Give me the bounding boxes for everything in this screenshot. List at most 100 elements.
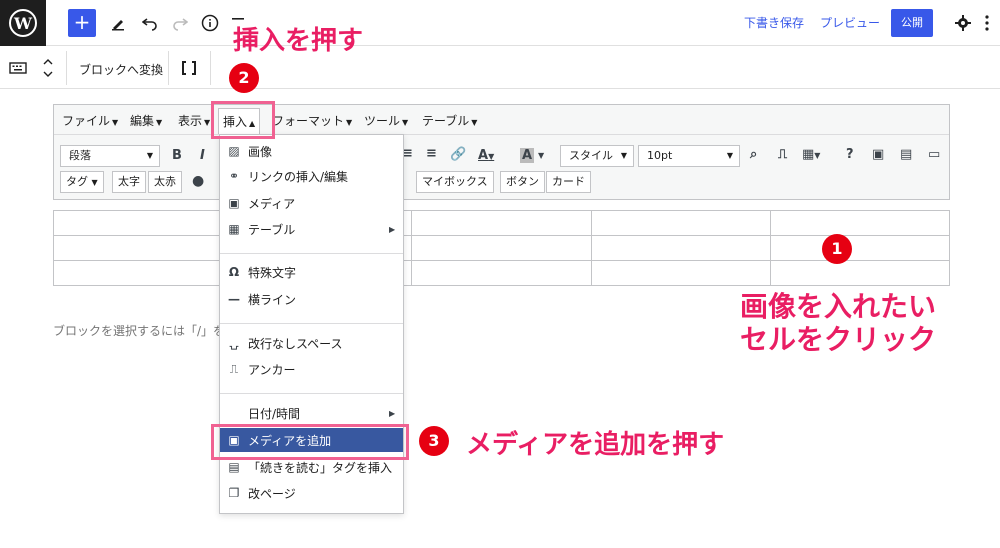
style-select[interactable]: スタイル ▼ [560, 145, 634, 167]
menu-format[interactable]: フォーマット ▼ [272, 112, 352, 129]
bold-style-button[interactable]: 太字 [112, 171, 146, 193]
editor-top-bar: W + 下書き保存 プレビュー 公開 [0, 0, 1000, 46]
move-up-down-icon[interactable] [36, 49, 60, 87]
classic-toolbar-row-1: 段落 ▼ B I ≡ ≡ 🔗 A▼ A ▼ スタイル ▼ 10pt ▼ ⌕ ⎍ ▦▼ … [54, 145, 949, 173]
annotation-step1-text-line2: セルをクリック [740, 323, 937, 356]
table-cell[interactable] [52, 210, 234, 236]
hr-icon: — [228, 292, 240, 306]
align-justify-icon[interactable]: ≡ [426, 146, 437, 161]
info-icon[interactable] [198, 11, 222, 35]
table-cell[interactable] [411, 235, 592, 261]
table-cell[interactable] [52, 235, 234, 261]
svg-text:W: W [13, 14, 33, 33]
italic-icon[interactable]: I [200, 148, 205, 163]
table-row [52, 210, 951, 236]
table-cell[interactable] [590, 260, 771, 286]
binoculars-icon[interactable]: ⌕ [750, 147, 757, 162]
table-cell[interactable] [769, 235, 951, 261]
menu-item-anchor[interactable]: ⎍ アンカー [220, 357, 403, 381]
button-shortcode-button[interactable]: ボタン [500, 171, 545, 193]
table-cell[interactable] [590, 210, 771, 236]
font-size-select[interactable]: 10pt ▼ [638, 145, 740, 167]
classic-toolbar-row-2: タグ ▼ 太字 太赤 ● マイボックス ボタン カード [54, 171, 949, 199]
my-box-button[interactable]: マイボックス [416, 171, 494, 193]
menu-item-datetime[interactable]: 日付/時間 ▶ [220, 401, 403, 425]
menu-edit[interactable]: 編集 ▼ [130, 112, 162, 129]
pencil-icon[interactable] [106, 11, 130, 35]
save-draft-link[interactable]: 下書き保存 [744, 14, 804, 31]
code-icon[interactable]: ▤ [900, 147, 912, 162]
link-icon[interactable]: 🔗 [450, 147, 466, 162]
omega-icon: Ω [228, 265, 240, 279]
table-cell[interactable] [590, 235, 771, 261]
wordpress-logo-icon[interactable]: W [0, 0, 46, 46]
table-cell[interactable] [769, 210, 951, 236]
menu-item-horizontal-line[interactable]: — 横ライン [220, 287, 403, 311]
menu-separator [220, 323, 403, 324]
menu-file[interactable]: ファイル ▼ [62, 112, 118, 129]
table-icon: ▦ [228, 222, 240, 236]
content-table [52, 210, 951, 286]
text-color-icon[interactable]: A▼ [478, 148, 494, 163]
classic-block-icon[interactable] [177, 56, 201, 80]
more-options-icon[interactable] [980, 11, 994, 35]
toolbar-divider [210, 51, 211, 85]
menu-item-special-char[interactable]: Ω 特殊文字 [220, 260, 403, 284]
background-color-icon[interactable]: A [520, 148, 535, 163]
format-select[interactable]: 段落 ▼ [60, 145, 160, 167]
add-block-button[interactable]: + [68, 9, 96, 37]
keyboard-icon[interactable] [6, 56, 30, 80]
table-cell[interactable] [769, 260, 951, 286]
annotation-step1-badge: 1 [822, 234, 852, 264]
publish-button[interactable]: 公開 [891, 9, 933, 37]
more-tag-icon: ▤ [228, 460, 240, 474]
undo-icon[interactable] [138, 11, 162, 35]
fullscreen-icon[interactable]: ▭ [928, 147, 940, 162]
menu-tools[interactable]: ツール ▼ [364, 112, 408, 129]
menu-separator [220, 393, 403, 394]
table-icon[interactable]: ▦▼ [802, 147, 820, 162]
annotation-step2-badge: 2 [229, 63, 259, 93]
menu-item-link[interactable]: ⚭ リンクの挿入/編集 [220, 164, 403, 188]
bold-red-button[interactable]: 太赤 [148, 171, 182, 193]
menu-view[interactable]: 表示 ▼ [178, 112, 210, 129]
annotation-box-add-media [211, 424, 409, 460]
classic-menubar: ファイル ▼ 編集 ▼ 表示 ▼ 挿入 ▲ フォーマット ▼ ツール ▼ テーブル ▼ [54, 105, 949, 135]
convert-to-blocks-button[interactable]: ブロックへ変換 [79, 61, 163, 78]
user-icon[interactable]: ● [192, 173, 204, 189]
table-cell[interactable] [411, 260, 592, 286]
help-icon[interactable]: ? [846, 147, 854, 162]
link-icon: ⚭ [228, 169, 240, 183]
menu-item-nbsp[interactable]: ⍽ 改行なしスペース [220, 331, 403, 355]
image-icon: ▨ [228, 144, 240, 158]
table-cell[interactable] [52, 260, 234, 286]
toolbar-divider [168, 51, 169, 85]
preview-link[interactable]: プレビュー [820, 14, 880, 31]
annotation-step2-text: 挿入を押す [233, 26, 364, 56]
menu-item-media[interactable]: ▣ メディア [220, 191, 403, 215]
block-placeholder[interactable]: ブロックを選択するには「/」を [53, 322, 225, 339]
bookmark-icon[interactable]: ⎍ [778, 147, 787, 162]
annotation-step3-badge: 3 [419, 426, 449, 456]
redo-icon[interactable] [168, 11, 192, 35]
menu-separator [220, 253, 403, 254]
toolbar-divider [66, 51, 67, 85]
menu-table[interactable]: テーブル ▼ [422, 112, 477, 129]
add-media-icon[interactable]: ▣ [872, 147, 884, 162]
table-row [52, 260, 951, 286]
menu-item-table[interactable]: ▦ テーブル ▶ [220, 217, 403, 241]
chevron-right-icon: ▶ [389, 224, 396, 234]
menu-item-image[interactable]: ▨ 画像 [220, 139, 403, 163]
menu-item-page-break[interactable]: ❐ 改ページ [220, 481, 403, 505]
media-icon: ▣ [228, 196, 240, 210]
bookmark-icon: ⎍ [229, 361, 239, 376]
table-row [52, 235, 951, 261]
chevron-down-icon[interactable]: ▼ [538, 151, 544, 160]
pagebreak-icon: ❐ [228, 486, 240, 500]
bold-icon[interactable]: B [172, 148, 182, 163]
gear-icon[interactable] [951, 11, 975, 35]
card-button[interactable]: カード [546, 171, 591, 193]
table-cell[interactable] [411, 210, 592, 236]
tag-button[interactable]: タグ ▼ [60, 171, 104, 193]
annotation-box-insert [211, 101, 275, 139]
